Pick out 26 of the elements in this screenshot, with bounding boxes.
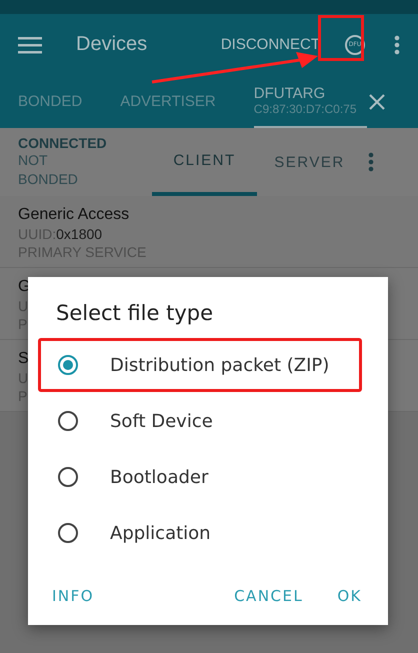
- option-label[interactable]: Application: [110, 522, 211, 544]
- option-label[interactable]: Soft Device: [110, 410, 213, 432]
- app-title: Devices: [76, 33, 148, 56]
- radio-button[interactable]: [58, 411, 78, 431]
- service-name: S: [18, 350, 29, 368]
- more-icon[interactable]: [368, 152, 374, 172]
- dialog-button[interactable]: INFO: [46, 583, 100, 609]
- dialog-title: Select file type: [55, 300, 214, 327]
- close-icon[interactable]: [368, 94, 385, 110]
- dialog-button[interactable]: CANCEL: [228, 583, 310, 609]
- mode-tab[interactable]: SERVER: [257, 128, 362, 196]
- option-label[interactable]: Bootloader: [110, 466, 208, 488]
- option-label[interactable]: Distribution packet (ZIP): [110, 354, 330, 376]
- more-icon[interactable]: [394, 34, 400, 54]
- disconnect-button[interactable]: DISCONNECT: [220, 36, 320, 53]
- radio-button[interactable]: [58, 355, 78, 375]
- radio-button[interactable]: [58, 467, 78, 487]
- menu-icon[interactable]: [18, 36, 42, 54]
- annotation-box: [318, 15, 364, 61]
- service-name: Generic Access: [18, 206, 130, 224]
- device-tab[interactable]: ADVERTISER: [120, 75, 216, 128]
- dialog-button[interactable]: OK: [331, 583, 368, 609]
- connection-state: CONNECTED: [18, 135, 108, 152]
- radio-button[interactable]: [58, 523, 78, 543]
- bond-state: NOT BONDED: [18, 151, 79, 189]
- device-tab[interactable]: BONDED: [18, 75, 82, 128]
